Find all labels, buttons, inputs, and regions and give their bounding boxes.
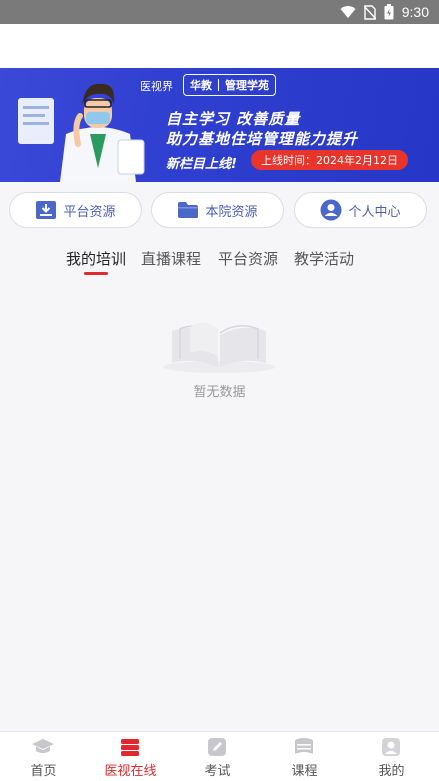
tab-teaching-activities[interactable]: 教学活动 — [294, 248, 354, 269]
app-header — [0, 24, 439, 68]
no-sim-icon — [363, 4, 376, 20]
hospital-resources-label: 本院资源 — [205, 204, 258, 220]
quick-links: 平台资源 本院资源 个人中心 — [0, 192, 439, 228]
status-time: 9:30 — [401, 4, 429, 20]
nav-home[interactable]: 首页 — [0, 732, 87, 781]
stack-icon — [121, 739, 139, 756]
status-bar: 9:30 — [0, 0, 439, 24]
banner-tag-separator — [218, 79, 219, 91]
nav-courses[interactable]: 课程 — [261, 732, 348, 781]
banner-launch-pill: 上线时间：2024年2月12日 — [251, 150, 408, 170]
banner-headline-2: 助力基地住培管理能力提升 — [166, 130, 359, 148]
nav-courses-label: 课程 — [291, 764, 318, 779]
book-icon — [295, 738, 313, 754]
tab-my-training[interactable]: 我的培训 — [66, 248, 126, 269]
download-tray-icon — [36, 201, 57, 219]
user-icon — [320, 199, 342, 221]
banner-logo: 医视界 — [140, 80, 173, 93]
pencil-square-icon — [208, 738, 226, 756]
nav-online[interactable]: 医视在线 — [87, 732, 174, 781]
promo-banner[interactable]: 医视界 华教 管理学苑 自主学习 改善质量 助力基地住培管理能力提升 新栏目上线… — [0, 68, 439, 182]
tab-active-indicator — [84, 272, 108, 275]
empty-state-text: 暂无数据 — [193, 385, 246, 400]
platform-resources-button[interactable]: 平台资源 — [9, 192, 142, 228]
tab-live-courses[interactable]: 直播课程 — [141, 248, 201, 269]
personal-center-label: 个人中心 — [348, 204, 401, 220]
hospital-resources-button[interactable]: 本院资源 — [151, 192, 284, 228]
nav-exam-label: 考试 — [204, 764, 231, 779]
personal-center-button[interactable]: 个人中心 — [294, 192, 427, 228]
banner-tag: 华教 管理学苑 — [183, 74, 276, 96]
open-book-icon — [163, 322, 275, 373]
profile-icon — [382, 738, 400, 756]
nav-home-label: 首页 — [30, 764, 57, 779]
wifi-icon — [340, 5, 356, 18]
tab-bar: 我的培训 直播课程 平台资源 教学活动 — [0, 248, 439, 278]
banner-tag-left: 华教 — [190, 79, 212, 92]
bottom-nav: 首页 医视在线 考试 课程 我的 — [0, 731, 439, 781]
nav-exam[interactable]: 考试 — [174, 732, 261, 781]
banner-tag-right: 管理学苑 — [225, 79, 269, 92]
battery-icon — [384, 4, 394, 20]
nav-online-label: 医视在线 — [104, 764, 157, 779]
main-content: 平台资源 本院资源 个人中心 我的培训 直播课程 平台资源 教学活动 暂无数据 — [0, 182, 439, 731]
banner-headline-1: 自主学习 改善质量 — [166, 110, 301, 128]
status-icons: 9:30 — [340, 3, 429, 21]
tab-platform-resources[interactable]: 平台资源 — [218, 248, 278, 269]
nav-mine[interactable]: 我的 — [348, 732, 435, 781]
graduation-cap-icon — [32, 739, 54, 753]
banner-new-column: 新栏目上线! — [166, 157, 237, 172]
folder-icon — [178, 202, 199, 218]
platform-resources-label: 平台资源 — [63, 204, 116, 220]
nav-mine-label: 我的 — [378, 764, 405, 779]
